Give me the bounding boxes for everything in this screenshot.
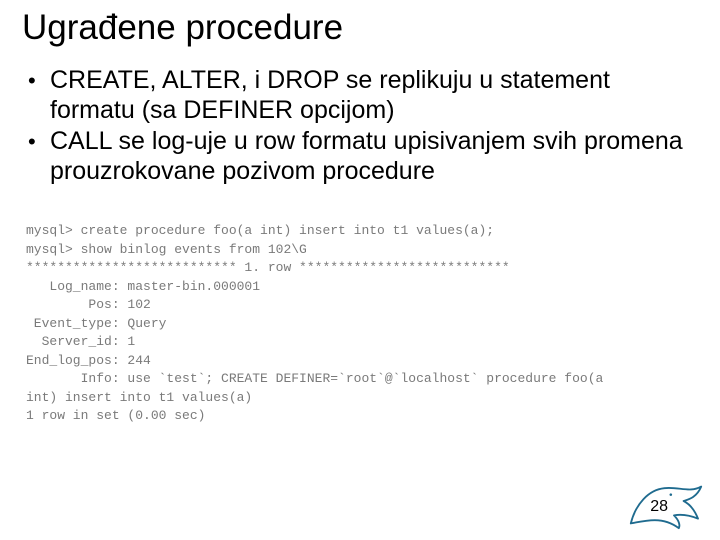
code-block: mysql> create procedure foo(a int) inser… [22, 204, 698, 444]
code-line: Pos: 102 [26, 297, 151, 312]
code-line: 1 row in set (0.00 sec) [26, 408, 205, 423]
code-line: mysql> show binlog events from 102\G [26, 242, 307, 257]
code-line: Log_name: master-bin.000001 [26, 279, 260, 294]
bullet-item: CREATE, ALTER, i DROP se replikuju u sta… [28, 66, 698, 125]
code-line: mysql> create procedure foo(a int) inser… [26, 223, 494, 238]
bullet-icon [28, 127, 50, 186]
bullet-list: CREATE, ALTER, i DROP se replikuju u sta… [22, 66, 698, 186]
slide: Ugrađene procedure CREATE, ALTER, i DROP… [0, 0, 720, 540]
slide-title: Ugrađene procedure [22, 8, 698, 48]
code-line: int) insert into t1 values(a) [26, 390, 252, 405]
code-line: Server_id: 1 [26, 334, 135, 349]
bullet-text: CREATE, ALTER, i DROP se replikuju u sta… [50, 66, 698, 125]
code-line: End_log_pos: 244 [26, 353, 151, 368]
page-number: 28 [650, 498, 668, 516]
code-line: Info: use `test`; CREATE DEFINER=`root`@… [26, 371, 603, 386]
bullet-icon [28, 66, 50, 125]
code-line: *************************** 1. row *****… [26, 260, 510, 275]
bullet-item: CALL se log-uje u row formatu upisivanje… [28, 127, 698, 186]
code-line: Event_type: Query [26, 316, 166, 331]
bullet-text: CALL se log-uje u row formatu upisivanje… [50, 127, 698, 186]
